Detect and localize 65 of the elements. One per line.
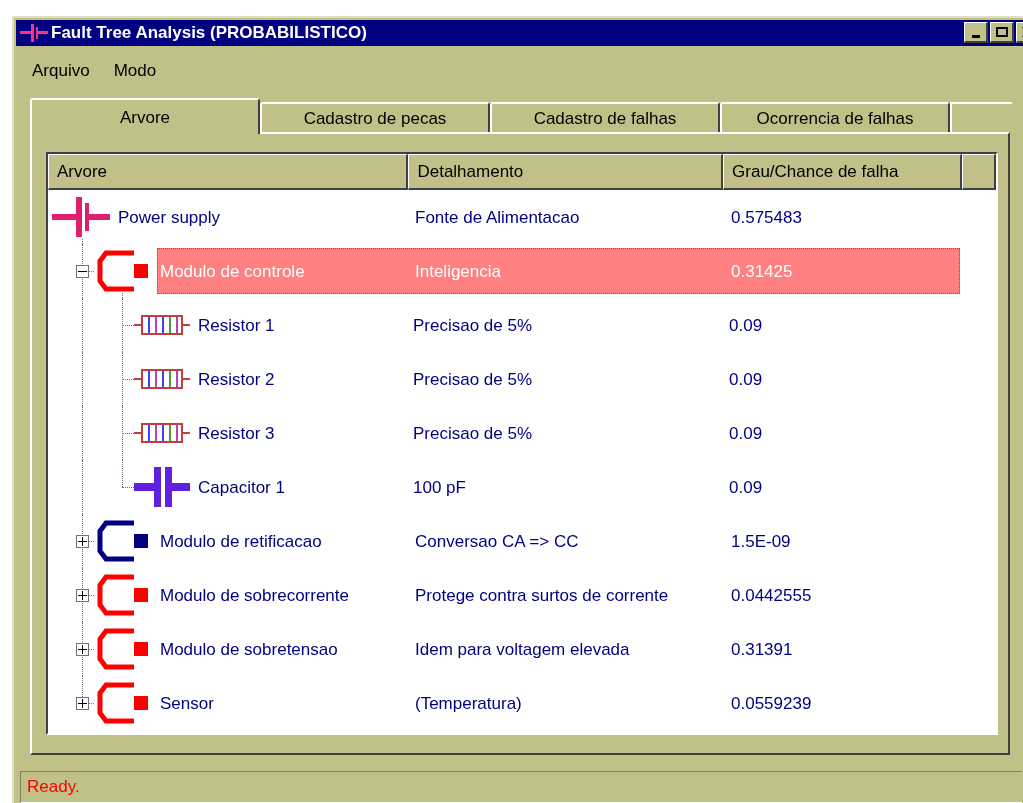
menu-item[interactable]: Arquivo [32, 58, 90, 84]
node-name: Power supply [117, 206, 222, 229]
node-detail: Idem para voltagem elevada [414, 638, 631, 661]
node-detail: Protege contra surtos de corrente [414, 584, 670, 607]
tree-row[interactable]: Modulo de sobretensao Idem para voltagem elevada 0.31391 [157, 626, 960, 673]
tree-row[interactable]: Resistor 3 Precisao de 5% 0.09 [195, 410, 958, 457]
tree-row[interactable]: Capacitor 1 100 pF 0.09 [195, 464, 958, 511]
node-detail: Inteligencia [414, 260, 502, 283]
node-detail: 100 pF [412, 476, 467, 499]
failure-chance: 0.09 [728, 476, 763, 499]
tab[interactable]: Cadastro de pecas [260, 102, 490, 133]
tree-row[interactable]: Resistor 2 Precisao de 5% 0.09 [195, 356, 958, 403]
status-text: Ready. [27, 776, 80, 799]
window-title: Fault Tree Analysis (PROBABILISTICO) [51, 22, 367, 45]
expand-button[interactable] [76, 535, 89, 549]
node-detail: Conversao CA => CC [414, 530, 580, 553]
column-header[interactable]: Arvore [48, 154, 409, 191]
tree-row[interactable]: Resistor 1 Precisao de 5% 0.09 [195, 302, 958, 349]
column-header[interactable]: Detalhamento [408, 154, 724, 191]
tree-row[interactable]: Power supply Fonte de Alimentacao 0.575483 [115, 194, 960, 241]
tab[interactable]: Ocorrencia de falhas [720, 102, 950, 133]
tree-row[interactable]: Modulo de sobrecorrente Protege contra surtos de corrente 0.0442555 [157, 572, 960, 619]
node-detail: Fonte de Alimentacao [414, 206, 581, 229]
node-name: Resistor 2 [197, 368, 276, 391]
node-name: Capacitor 1 [197, 476, 286, 499]
menu-item[interactable]: Modo [113, 58, 157, 84]
node-name: Modulo de sobrecorrente [159, 584, 350, 607]
node-detail: Precisao de 5% [412, 368, 534, 391]
failure-chance: 0.09 [728, 368, 763, 391]
failure-chance: 0.0559239 [730, 692, 812, 715]
tab[interactable]: Cadastro de falhas [490, 102, 720, 133]
plus-icon [78, 591, 87, 601]
tab[interactable]: Arvore [30, 98, 260, 135]
node-detail: (Temperatura) [414, 692, 523, 715]
minimize-icon [971, 34, 980, 38]
plus-icon [78, 699, 87, 709]
node-name: Resistor 3 [197, 422, 276, 445]
tree-row[interactable]: Sensor (Temperatura) 0.0559239 [157, 680, 960, 727]
minimize-button[interactable] [964, 22, 988, 44]
node-detail: Precisao de 5% [412, 422, 534, 445]
plus-icon [78, 645, 87, 655]
expand-button[interactable] [76, 643, 89, 657]
failure-chance: 0.31425 [730, 260, 793, 283]
app-icon [20, 22, 48, 43]
failure-chance: 0.09 [728, 314, 763, 337]
maximize-button[interactable] [990, 22, 1014, 44]
failure-chance: 0.31391 [730, 638, 793, 661]
collapse-button[interactable] [76, 265, 89, 279]
column-header[interactable] [962, 154, 996, 191]
failure-chance: 0.09 [728, 422, 763, 445]
failure-chance: 0.575483 [730, 206, 802, 229]
node-name: Modulo de sobretensao [159, 638, 339, 661]
node-detail: Precisao de 5% [412, 314, 534, 337]
maximize-icon [995, 27, 1008, 38]
node-name: Resistor 1 [197, 314, 276, 337]
tree-row[interactable]: Modulo de retificacao Conversao CA => CC 1.5E-09 [157, 518, 960, 565]
node-name: Sensor [159, 692, 215, 715]
expand-button[interactable] [76, 589, 89, 603]
node-name: Modulo de controle [159, 260, 306, 283]
failure-chance: 1.5E-09 [730, 530, 791, 553]
failure-chance: 0.0442555 [730, 584, 812, 607]
plus-icon [78, 537, 87, 547]
column-header[interactable]: Grau/Chance de falha [723, 154, 963, 191]
expand-button[interactable] [76, 697, 89, 711]
node-name: Modulo de retificacao [159, 530, 323, 553]
